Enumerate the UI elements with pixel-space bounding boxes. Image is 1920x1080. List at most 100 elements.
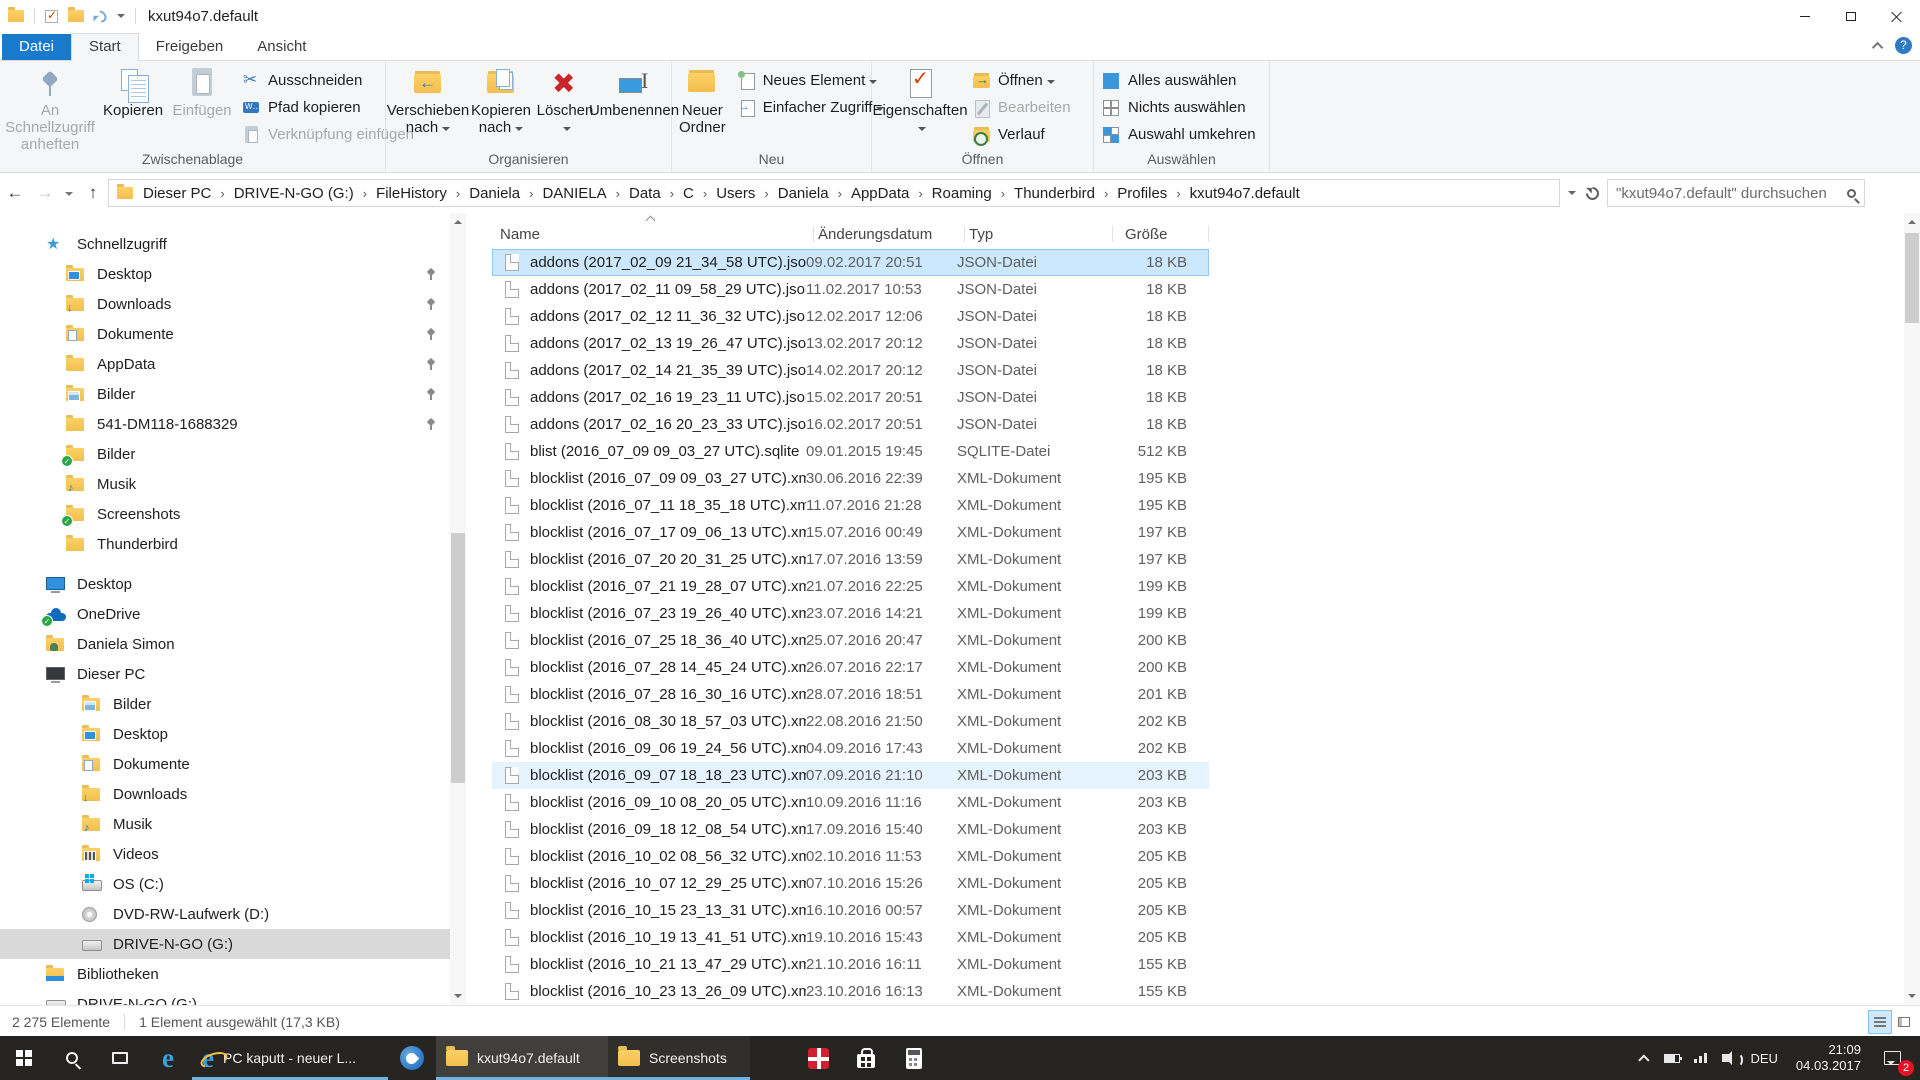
up-button[interactable]: ↑ bbox=[78, 183, 108, 203]
explorer-window-button-kxut94o7[interactable]: kxut94o7.default bbox=[436, 1036, 608, 1080]
close-button[interactable] bbox=[1874, 0, 1920, 32]
help-icon[interactable] bbox=[1895, 37, 1912, 54]
file-row[interactable]: blocklist (2016_07_17 09_06_13 UTC).xml … bbox=[492, 519, 1209, 546]
network-status[interactable] bbox=[1687, 1036, 1715, 1080]
file-row[interactable]: blocklist (2016_07_09 09_03_27 UTC).xml … bbox=[492, 465, 1209, 492]
file-row[interactable]: blocklist (2016_09_06 19_24_56 UTC).xml … bbox=[492, 735, 1209, 762]
details-view-button[interactable] bbox=[1868, 1010, 1892, 1034]
copy-to-button[interactable]: Kopieren nach bbox=[468, 64, 534, 149]
explorer-window-button-screenshots[interactable]: Screenshots bbox=[608, 1036, 750, 1080]
breadcrumb-segment[interactable]: Users bbox=[714, 183, 776, 204]
select-none-button[interactable]: Nichts auswählen bbox=[1096, 94, 1262, 121]
move-to-button[interactable]: Verschieben nach bbox=[388, 64, 468, 149]
sidebar-item[interactable]: Dokumente bbox=[0, 319, 450, 349]
new-folder-qat-icon[interactable] bbox=[68, 10, 84, 22]
open-button[interactable]: Öffnen bbox=[966, 67, 1077, 94]
delete-button[interactable]: Löschen bbox=[534, 64, 596, 149]
sidebar-item[interactable]: Bibliotheken bbox=[0, 959, 450, 989]
task-view-button[interactable] bbox=[96, 1036, 144, 1080]
file-row[interactable]: blocklist (2016_10_15 23_13_31 UTC).xml … bbox=[492, 897, 1209, 924]
sidebar-item[interactable]: Desktop bbox=[0, 259, 450, 289]
sidebar-item[interactable]: Bilder bbox=[0, 689, 450, 719]
tab-ansicht[interactable]: Ansicht bbox=[240, 34, 323, 60]
battery-status[interactable] bbox=[1657, 1036, 1687, 1080]
file-row[interactable]: blocklist (2016_09_07 18_18_23 UTC).xml … bbox=[492, 762, 1209, 789]
file-row[interactable]: blocklist (2016_10_23 13_26_09 UTC).xml … bbox=[492, 978, 1209, 1005]
sidebar-item[interactable]: DRIVE-N-GO (G:) bbox=[0, 929, 450, 959]
properties-qat-icon[interactable] bbox=[45, 10, 58, 23]
new-item-button[interactable]: Neues Element bbox=[731, 67, 891, 94]
action-center-button[interactable]: 2 bbox=[1870, 1036, 1914, 1080]
tab-start[interactable]: Start bbox=[71, 33, 139, 61]
sidebar-item[interactable]: Musik bbox=[0, 809, 450, 839]
file-row[interactable]: blocklist (2016_07_28 16_30_16 UTC).xml … bbox=[492, 681, 1209, 708]
invert-selection-button[interactable]: Auswahl umkehren bbox=[1096, 121, 1262, 148]
sidebar-item[interactable]: Schnellzugriff bbox=[0, 229, 450, 259]
sidebar-item[interactable]: Desktop bbox=[0, 569, 450, 599]
breadcrumb-segment[interactable]: Roaming bbox=[930, 183, 1012, 204]
breadcrumb-segment[interactable]: kxut94o7.default bbox=[1188, 183, 1302, 204]
breadcrumb-segment[interactable]: FileHistory bbox=[374, 183, 467, 204]
file-row[interactable]: blocklist (2016_10_21 13_47_29 UTC).xml … bbox=[492, 951, 1209, 978]
sidebar-item[interactable]: Daniela Simon bbox=[0, 629, 450, 659]
sidebar-item[interactable]: Thunderbird bbox=[0, 529, 450, 559]
scrollbar-thumb[interactable] bbox=[1905, 233, 1919, 323]
tab-freigeben[interactable]: Freigeben bbox=[139, 34, 241, 60]
search-input[interactable]: "kxut94o7.default" durchsuchen bbox=[1607, 179, 1865, 207]
sidebar-item[interactable]: Videos bbox=[0, 839, 450, 869]
pin-to-quick-access-button[interactable]: An Schnellzugriffanheften bbox=[2, 64, 98, 149]
file-row[interactable]: addons (2017_02_12 11_36_32 UTC).json 12… bbox=[492, 303, 1209, 330]
breadcrumb-segment[interactable]: Dieser PC bbox=[141, 183, 232, 204]
maximize-button[interactable] bbox=[1828, 0, 1874, 32]
clock[interactable]: 21:09 04.03.2017 bbox=[1787, 1042, 1870, 1074]
sidebar-item[interactable]: Downloads bbox=[0, 289, 450, 319]
file-row[interactable]: blocklist (2016_10_19 13_41_51 UTC).xml … bbox=[492, 924, 1209, 951]
sidebar-item[interactable]: Screenshots bbox=[0, 499, 450, 529]
list-scrollbar[interactable] bbox=[1904, 213, 1920, 1005]
paste-button[interactable]: Einfügen bbox=[168, 64, 236, 149]
sidebar-item[interactable]: AppData bbox=[0, 349, 450, 379]
gift-app-button[interactable] bbox=[794, 1036, 842, 1080]
file-row[interactable]: blocklist (2016_07_23 19_26_40 UTC).xml … bbox=[492, 600, 1209, 627]
file-row[interactable]: addons (2017_02_09 21_34_58 UTC).json 09… bbox=[492, 249, 1209, 276]
file-row[interactable]: blocklist (2016_08_30 18_57_03 UTC).xml … bbox=[492, 708, 1209, 735]
properties-button[interactable]: Eigenschaften bbox=[874, 64, 966, 149]
history-button[interactable]: Verlauf bbox=[966, 121, 1077, 148]
file-row[interactable]: blist (2016_07_09 09_03_27 UTC).sqlite 0… bbox=[492, 438, 1209, 465]
breadcrumb-segment[interactable]: Daniela bbox=[467, 183, 540, 204]
thumbnails-view-button[interactable] bbox=[1892, 1010, 1916, 1034]
select-all-button[interactable]: Alles auswählen bbox=[1096, 67, 1262, 94]
file-row[interactable]: addons (2017_02_16 20_23_33 UTC).json 16… bbox=[492, 411, 1209, 438]
edge-button[interactable]: e bbox=[144, 1036, 192, 1080]
sidebar-item[interactable]: Bilder bbox=[0, 379, 450, 409]
sidebar-item[interactable]: Downloads bbox=[0, 779, 450, 809]
search-icon[interactable] bbox=[1847, 189, 1856, 198]
breadcrumb-segment[interactable]: Profiles bbox=[1115, 183, 1187, 204]
file-row[interactable]: blocklist (2016_07_21 19_28_07 UTC).xml … bbox=[492, 573, 1209, 600]
collapse-ribbon-icon[interactable] bbox=[1872, 41, 1883, 52]
sidebar-item[interactable]: Dokumente bbox=[0, 749, 450, 779]
scroll-up-icon[interactable] bbox=[1908, 220, 1916, 224]
easy-access-button[interactable]: Einfacher Zugriff bbox=[731, 94, 891, 121]
scroll-down-icon[interactable] bbox=[454, 994, 462, 998]
sidebar-item[interactable]: DRIVE-N-GO (G:) bbox=[0, 989, 450, 1005]
file-row[interactable]: addons (2017_02_13 19_26_47 UTC).json 13… bbox=[492, 330, 1209, 357]
ie-window-button[interactable]: e PC kaputt - neuer L... bbox=[192, 1036, 388, 1080]
copy-button[interactable]: Kopieren bbox=[98, 64, 168, 149]
sidebar-scrollbar[interactable] bbox=[450, 213, 466, 1005]
scroll-down-icon[interactable] bbox=[1908, 994, 1916, 998]
store-button[interactable] bbox=[842, 1036, 890, 1080]
forward-button[interactable]: → bbox=[30, 183, 60, 203]
column-header-size[interactable]: Größe bbox=[1113, 219, 1209, 249]
tray-expand-button[interactable] bbox=[1635, 1036, 1657, 1080]
sidebar-item[interactable]: Dieser PC bbox=[0, 659, 450, 689]
rename-button[interactable]: Umbenennen bbox=[596, 64, 672, 149]
breadcrumb-segment[interactable]: DRIVE-N-GO (G:) bbox=[232, 183, 374, 204]
file-row[interactable]: addons (2017_02_14 21_35_39 UTC).json 14… bbox=[492, 357, 1209, 384]
sidebar-item[interactable]: 541-DM118-1688329 bbox=[0, 409, 450, 439]
file-row[interactable]: blocklist (2016_10_02 08_56_32 UTC).xml … bbox=[492, 843, 1209, 870]
breadcrumb-segment[interactable]: Thunderbird bbox=[1012, 183, 1115, 204]
address-box[interactable]: Dieser PC DRIVE-N-GO (G:) FileHistory Da… bbox=[108, 179, 1560, 207]
file-row[interactable]: blocklist (2016_09_10 08_20_05 UTC).xml … bbox=[492, 789, 1209, 816]
sidebar-item[interactable]: Bilder bbox=[0, 439, 450, 469]
